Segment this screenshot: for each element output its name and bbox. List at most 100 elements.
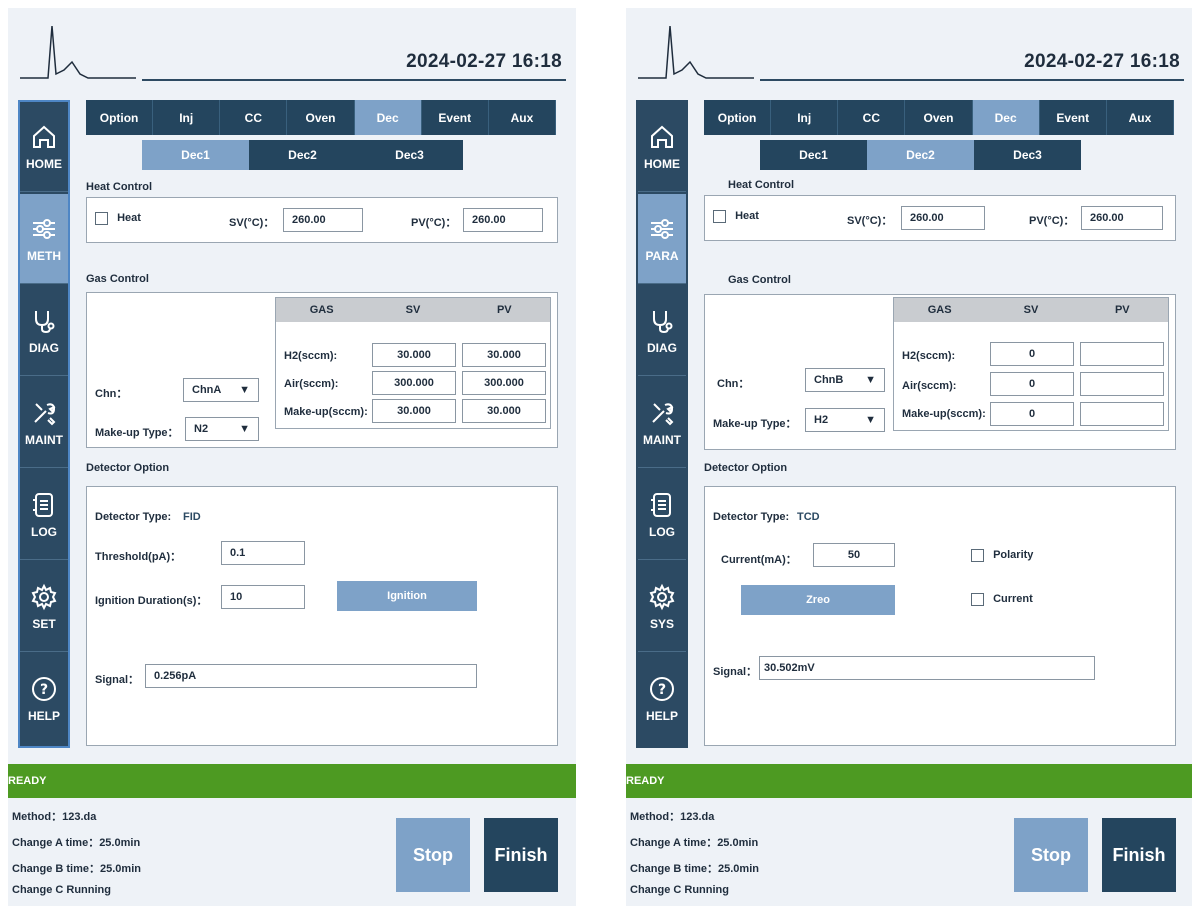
gas-sv-input[interactable]: 0: [990, 402, 1074, 426]
threshold-input[interactable]: 0.1: [221, 541, 305, 565]
gas-control-title: Gas Control: [728, 274, 791, 286]
tab-event[interactable]: Event: [1040, 100, 1107, 135]
makeup-type-label: Make-up Type：: [95, 427, 179, 439]
tab-inj[interactable]: Inj: [153, 100, 221, 135]
gas-pv-input: [1080, 342, 1164, 366]
polarity-label: Polarity: [993, 549, 1034, 562]
top-tabs: Option Inj CC Oven Dec Event Aux: [704, 100, 1174, 135]
heat-checkbox[interactable]: [713, 210, 726, 223]
detector-type-value: FID: [183, 511, 201, 523]
change-c-info: Change C Running: [630, 884, 729, 896]
finish-button[interactable]: Finish: [1102, 818, 1176, 892]
tab-option[interactable]: Option: [86, 100, 154, 135]
current-label: Current(mA)：: [721, 554, 797, 566]
change-a-info: Change A time：25.0min: [630, 837, 759, 849]
gas-row-label: H2(sccm):: [284, 350, 338, 362]
current-checkbox-row[interactable]: Current: [971, 593, 1033, 606]
sliders-icon: [33, 218, 55, 239]
sidebar-item-log[interactable]: LOG: [638, 470, 686, 560]
zero-button[interactable]: Zreo: [741, 585, 895, 615]
tab-dec[interactable]: Dec: [972, 100, 1040, 135]
subtab-dec3[interactable]: Dec3: [974, 140, 1081, 170]
change-a-info: Change A time：25.0min: [12, 837, 141, 849]
gas-sv-input[interactable]: 30.000: [372, 399, 456, 423]
heat-checkbox-row[interactable]: Heat: [713, 210, 759, 223]
sidebar-item-maint[interactable]: MAINT: [638, 378, 686, 468]
change-b-info: Change B time：25.0min: [12, 863, 141, 875]
current-input[interactable]: 50: [813, 543, 895, 567]
ignition-duration-input[interactable]: 10: [221, 585, 305, 609]
gc-panel-dec2: 2024-02-27 16:18 HOME PARA DIAG MAINT LO…: [626, 8, 1192, 906]
sidebar-item-sys[interactable]: SYS: [638, 562, 686, 652]
gas-sv-input[interactable]: 0: [990, 342, 1074, 366]
gas-pv-input: 30.000: [462, 399, 546, 423]
subtab-dec1[interactable]: Dec1: [142, 140, 249, 170]
chn-label: Chn：: [717, 378, 750, 390]
sidebar-item-set[interactable]: SET: [20, 562, 68, 652]
polarity-checkbox[interactable]: [971, 549, 984, 562]
tab-dec[interactable]: Dec: [354, 100, 422, 135]
gas-row-label: Make-up(sccm):: [902, 408, 986, 420]
sidebar-item-home[interactable]: HOME: [20, 102, 68, 192]
subtab-dec1[interactable]: Dec1: [760, 140, 867, 170]
subtab-dec2[interactable]: Dec2: [867, 140, 974, 170]
gas-sv-input[interactable]: 300.000: [372, 371, 456, 395]
sidebar: HOME METH DIAG MAINT LOG SET ? HELP: [18, 100, 70, 748]
sidebar-item-help[interactable]: ? HELP: [20, 654, 68, 744]
detector-subtabs: Dec1 Dec2 Dec3: [142, 140, 463, 170]
detector-type-value: TCD: [797, 511, 820, 523]
tab-event[interactable]: Event: [422, 100, 489, 135]
tab-aux[interactable]: Aux: [489, 100, 556, 135]
svg-text:?: ?: [40, 682, 48, 698]
gas-sv-input[interactable]: 30.000: [372, 343, 456, 367]
sidebar-item-label: SYS: [649, 616, 674, 631]
sidebar-item-diag[interactable]: DIAG: [638, 286, 686, 376]
tab-oven[interactable]: Oven: [287, 100, 355, 135]
stop-button[interactable]: Stop: [396, 818, 470, 892]
finish-button[interactable]: Finish: [484, 818, 558, 892]
heat-control-box: Heat SV(°C)： 260.00 PV(°C)： 260.00: [86, 197, 558, 243]
tab-cc[interactable]: CC: [838, 100, 906, 135]
chn-label: Chn：: [95, 388, 128, 400]
sidebar-item-para[interactable]: PARA: [638, 194, 686, 284]
threshold-label: Threshold(pA)：: [95, 551, 182, 563]
stop-button[interactable]: Stop: [1014, 818, 1088, 892]
chromatogram-logo-icon: [20, 25, 136, 79]
change-b-info: Change B time：25.0min: [630, 863, 759, 875]
tab-option[interactable]: Option: [704, 100, 772, 135]
subtab-dec2[interactable]: Dec2: [249, 140, 356, 170]
sidebar-item-label: HOME: [26, 156, 62, 171]
chromatogram-logo-icon: [638, 25, 754, 79]
chn-select[interactable]: ChnA ▼: [183, 378, 259, 402]
sidebar-item-maint[interactable]: MAINT: [20, 378, 68, 468]
heat-control-title: Heat Control: [728, 179, 794, 191]
makeup-type-select[interactable]: N2 ▼: [185, 417, 259, 441]
chn-select[interactable]: ChnB ▼: [805, 368, 885, 392]
tab-oven[interactable]: Oven: [905, 100, 973, 135]
current-checkbox[interactable]: [971, 593, 984, 606]
dropdown-arrow-icon: ▼: [865, 374, 876, 386]
sidebar-item-diag[interactable]: DIAG: [20, 286, 68, 376]
heat-sv-input[interactable]: 260.00: [283, 208, 363, 232]
gas-pv-input: 300.000: [462, 371, 546, 395]
heat-sv-input[interactable]: 260.00: [901, 206, 985, 230]
sidebar-item-help[interactable]: ? HELP: [638, 654, 686, 744]
sidebar-item-meth[interactable]: METH: [20, 194, 68, 284]
heat-checkbox-row[interactable]: Heat: [95, 212, 141, 225]
sidebar-item-home[interactable]: HOME: [638, 102, 686, 192]
tab-cc[interactable]: CC: [220, 100, 288, 135]
method-info: Method：123.da: [630, 811, 715, 823]
chn-value: ChnB: [814, 374, 844, 386]
subtab-dec3[interactable]: Dec3: [356, 140, 463, 170]
top-tabs: Option Inj CC Oven Dec Event Aux: [86, 100, 556, 135]
gas-sv-input[interactable]: 0: [990, 372, 1074, 396]
dropdown-arrow-icon: ▼: [865, 414, 876, 426]
ignition-button[interactable]: Ignition: [337, 581, 477, 611]
polarity-checkbox-row[interactable]: Polarity: [971, 549, 1033, 562]
sv-label: SV(°C)：: [229, 217, 275, 229]
sidebar-item-log[interactable]: LOG: [20, 470, 68, 560]
tab-inj[interactable]: Inj: [771, 100, 839, 135]
makeup-type-select[interactable]: H2 ▼: [805, 408, 885, 432]
tab-aux[interactable]: Aux: [1107, 100, 1174, 135]
heat-checkbox[interactable]: [95, 212, 108, 225]
